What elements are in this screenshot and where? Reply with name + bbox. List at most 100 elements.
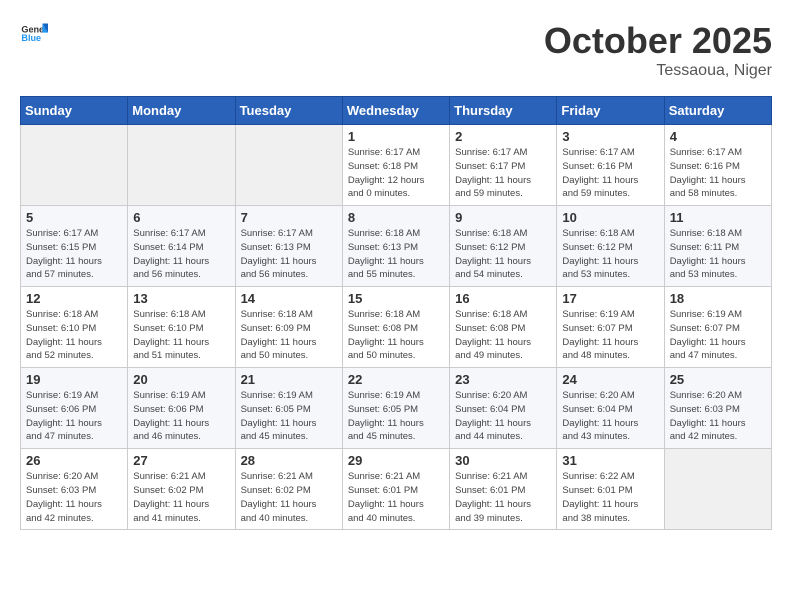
day-number: 10 xyxy=(562,210,658,225)
day-info: Sunrise: 6:19 AM Sunset: 6:06 PM Dayligh… xyxy=(26,389,122,444)
calendar-cell: 23Sunrise: 6:20 AM Sunset: 6:04 PM Dayli… xyxy=(450,368,557,449)
day-number: 25 xyxy=(670,372,766,387)
day-info: Sunrise: 6:18 AM Sunset: 6:08 PM Dayligh… xyxy=(455,308,551,363)
calendar-cell: 13 Sunrise: 6:18 AM Sunset: 6:10 PM Dayli… xyxy=(128,287,235,368)
header-day: Tuesday xyxy=(235,97,342,125)
calendar-cell: 17 Sunrise: 6:19 AM Sunset: 6:07 PM Dayli… xyxy=(557,287,664,368)
day-number: 12 xyxy=(26,291,122,306)
calendar-week: 1 Sunrise: 6:17 AM Sunset: 6:18 PM Daylig… xyxy=(21,125,772,206)
calendar-cell xyxy=(235,125,342,206)
calendar-cell: 18Sunrise: 6:19 AM Sunset: 6:07 PM Dayli… xyxy=(664,287,771,368)
day-number: 1 xyxy=(348,129,444,144)
header-day: Sunday xyxy=(21,97,128,125)
calendar-cell: 14Sunrise: 6:18 AM Sunset: 6:09 PM Dayli… xyxy=(235,287,342,368)
day-info: Sunrise: 6:17 AM Sunset: 6:18 PM Dayligh… xyxy=(348,146,444,201)
day-info: Sunrise: 6:19 AM Sunset: 6:06 PM Dayligh… xyxy=(133,389,229,444)
day-number: 24 xyxy=(562,372,658,387)
day-info: Sunrise: 6:19 AM Sunset: 6:05 PM Dayligh… xyxy=(348,389,444,444)
calendar-week: 26Sunrise: 6:20 AM Sunset: 6:03 PM Dayli… xyxy=(21,449,772,530)
calendar-table: SundayMondayTuesdayWednesdayThursdayFrid… xyxy=(20,96,772,530)
day-number: 17 xyxy=(562,291,658,306)
calendar-cell: 24 Sunrise: 6:20 AM Sunset: 6:04 PM Dayli… xyxy=(557,368,664,449)
calendar-week: 12 Sunrise: 6:18 AM Sunset: 6:10 PM Dayli… xyxy=(21,287,772,368)
day-number: 3 xyxy=(562,129,658,144)
day-info: Sunrise: 6:21 AM Sunset: 6:02 PM Dayligh… xyxy=(241,470,337,525)
header-day: Saturday xyxy=(664,97,771,125)
calendar-cell: 25 Sunrise: 6:20 AM Sunset: 6:03 PM Dayli… xyxy=(664,368,771,449)
header-day: Friday xyxy=(557,97,664,125)
day-info: Sunrise: 6:20 AM Sunset: 6:03 PM Dayligh… xyxy=(670,389,766,444)
day-info: Sunrise: 6:17 AM Sunset: 6:14 PM Dayligh… xyxy=(133,227,229,282)
day-info: Sunrise: 6:19 AM Sunset: 6:07 PM Dayligh… xyxy=(562,308,658,363)
day-info: Sunrise: 6:21 AM Sunset: 6:01 PM Dayligh… xyxy=(348,470,444,525)
calendar-cell: 29Sunrise: 6:21 AM Sunset: 6:01 PM Dayli… xyxy=(342,449,449,530)
day-number: 11 xyxy=(670,210,766,225)
day-number: 8 xyxy=(348,210,444,225)
day-info: Sunrise: 6:20 AM Sunset: 6:03 PM Dayligh… xyxy=(26,470,122,525)
calendar-cell: 2Sunrise: 6:17 AM Sunset: 6:17 PM Daylig… xyxy=(450,125,557,206)
calendar-cell xyxy=(664,449,771,530)
calendar-cell: 28 Sunrise: 6:21 AM Sunset: 6:02 PM Dayli… xyxy=(235,449,342,530)
calendar-body: 1 Sunrise: 6:17 AM Sunset: 6:18 PM Daylig… xyxy=(21,125,772,530)
calendar-cell: 15 Sunrise: 6:18 AM Sunset: 6:08 PM Dayli… xyxy=(342,287,449,368)
logo-icon: General Blue xyxy=(20,20,48,48)
calendar-cell: 26Sunrise: 6:20 AM Sunset: 6:03 PM Dayli… xyxy=(21,449,128,530)
day-number: 9 xyxy=(455,210,551,225)
day-info: Sunrise: 6:18 AM Sunset: 6:11 PM Dayligh… xyxy=(670,227,766,282)
calendar-cell: 6 Sunrise: 6:17 AM Sunset: 6:14 PM Daylig… xyxy=(128,206,235,287)
calendar-cell: 19Sunrise: 6:19 AM Sunset: 6:06 PM Dayli… xyxy=(21,368,128,449)
header-day: Wednesday xyxy=(342,97,449,125)
calendar-cell: 7 Sunrise: 6:17 AM Sunset: 6:13 PM Daylig… xyxy=(235,206,342,287)
day-info: Sunrise: 6:18 AM Sunset: 6:08 PM Dayligh… xyxy=(348,308,444,363)
calendar-cell: 20 Sunrise: 6:19 AM Sunset: 6:06 PM Dayli… xyxy=(128,368,235,449)
day-number: 15 xyxy=(348,291,444,306)
calendar-cell: 22 Sunrise: 6:19 AM Sunset: 6:05 PM Dayli… xyxy=(342,368,449,449)
day-info: Sunrise: 6:17 AM Sunset: 6:15 PM Dayligh… xyxy=(26,227,122,282)
day-number: 27 xyxy=(133,453,229,468)
calendar-cell xyxy=(21,125,128,206)
day-info: Sunrise: 6:17 AM Sunset: 6:16 PM Dayligh… xyxy=(562,146,658,201)
calendar-cell: 8Sunrise: 6:18 AM Sunset: 6:13 PM Daylig… xyxy=(342,206,449,287)
day-number: 22 xyxy=(348,372,444,387)
day-number: 23 xyxy=(455,372,551,387)
day-info: Sunrise: 6:22 AM Sunset: 6:01 PM Dayligh… xyxy=(562,470,658,525)
day-info: Sunrise: 6:18 AM Sunset: 6:09 PM Dayligh… xyxy=(241,308,337,363)
header-day: Thursday xyxy=(450,97,557,125)
calendar-cell: 11 Sunrise: 6:18 AM Sunset: 6:11 PM Dayli… xyxy=(664,206,771,287)
calendar-cell: 21Sunrise: 6:19 AM Sunset: 6:05 PM Dayli… xyxy=(235,368,342,449)
day-number: 30 xyxy=(455,453,551,468)
day-info: Sunrise: 6:18 AM Sunset: 6:10 PM Dayligh… xyxy=(26,308,122,363)
calendar-cell xyxy=(128,125,235,206)
day-number: 20 xyxy=(133,372,229,387)
day-number: 6 xyxy=(133,210,229,225)
day-info: Sunrise: 6:18 AM Sunset: 6:10 PM Dayligh… xyxy=(133,308,229,363)
location: Tessaoua, Niger xyxy=(544,62,772,80)
day-number: 28 xyxy=(241,453,337,468)
day-number: 7 xyxy=(241,210,337,225)
day-number: 4 xyxy=(670,129,766,144)
calendar-cell: 10Sunrise: 6:18 AM Sunset: 6:12 PM Dayli… xyxy=(557,206,664,287)
calendar-cell: 12 Sunrise: 6:18 AM Sunset: 6:10 PM Dayli… xyxy=(21,287,128,368)
calendar-cell: 30Sunrise: 6:21 AM Sunset: 6:01 PM Dayli… xyxy=(450,449,557,530)
calendar-cell: 4Sunrise: 6:17 AM Sunset: 6:16 PM Daylig… xyxy=(664,125,771,206)
day-info: Sunrise: 6:21 AM Sunset: 6:02 PM Dayligh… xyxy=(133,470,229,525)
month-title: October 2025 xyxy=(544,20,772,62)
day-info: Sunrise: 6:17 AM Sunset: 6:17 PM Dayligh… xyxy=(455,146,551,201)
calendar-cell: 27 Sunrise: 6:21 AM Sunset: 6:02 PM Dayli… xyxy=(128,449,235,530)
header-day: Monday xyxy=(128,97,235,125)
day-info: Sunrise: 6:17 AM Sunset: 6:13 PM Dayligh… xyxy=(241,227,337,282)
day-number: 5 xyxy=(26,210,122,225)
calendar-week: 19Sunrise: 6:19 AM Sunset: 6:06 PM Dayli… xyxy=(21,368,772,449)
calendar-header: SundayMondayTuesdayWednesdayThursdayFrid… xyxy=(21,97,772,125)
day-number: 13 xyxy=(133,291,229,306)
day-info: Sunrise: 6:20 AM Sunset: 6:04 PM Dayligh… xyxy=(562,389,658,444)
day-info: Sunrise: 6:19 AM Sunset: 6:05 PM Dayligh… xyxy=(241,389,337,444)
calendar-cell: 9Sunrise: 6:18 AM Sunset: 6:12 PM Daylig… xyxy=(450,206,557,287)
calendar-cell: 5 Sunrise: 6:17 AM Sunset: 6:15 PM Daylig… xyxy=(21,206,128,287)
page-header: General Blue October 2025 Tessaoua, Nige… xyxy=(20,20,772,80)
day-number: 18 xyxy=(670,291,766,306)
day-number: 31 xyxy=(562,453,658,468)
calendar-cell: 1 Sunrise: 6:17 AM Sunset: 6:18 PM Daylig… xyxy=(342,125,449,206)
header-row: SundayMondayTuesdayWednesdayThursdayFrid… xyxy=(21,97,772,125)
calendar-cell: 3 Sunrise: 6:17 AM Sunset: 6:16 PM Daylig… xyxy=(557,125,664,206)
